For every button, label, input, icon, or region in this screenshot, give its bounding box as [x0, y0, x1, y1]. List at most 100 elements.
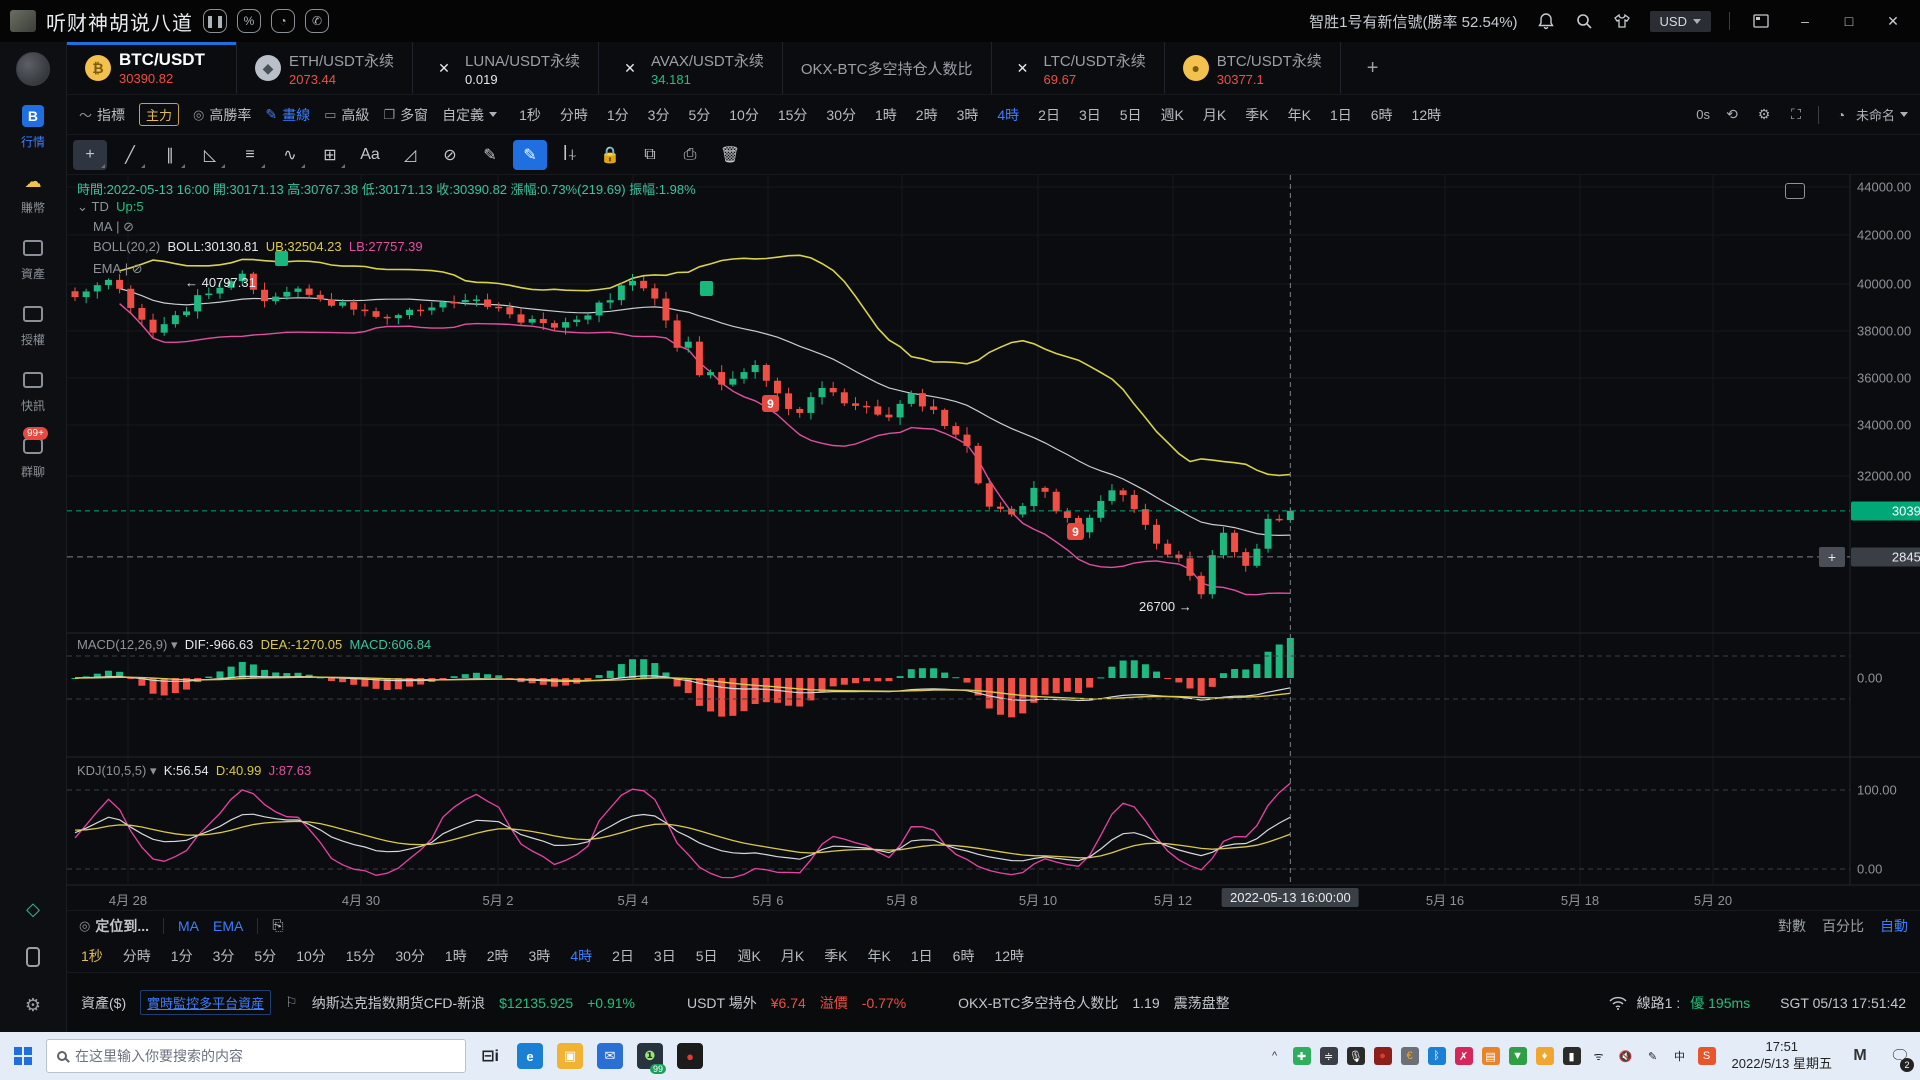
tab-AVAX/USDT永续[interactable]: ✕AVAX/USDT永续34.181 [599, 42, 783, 94]
chart-canvas[interactable] [67, 175, 1920, 910]
timeframe-5分[interactable]: 5分 [686, 105, 712, 125]
timeframe-年K[interactable]: 年K [1286, 105, 1313, 125]
multi-window-button[interactable]: ❐多窗 [383, 105, 428, 125]
delete-tool[interactable]: 🗑 [713, 140, 747, 170]
tray-mic-icon[interactable]: 🎙 [1347, 1047, 1365, 1065]
tray-chevron-icon[interactable]: ^ [1266, 1047, 1284, 1065]
pause-icon[interactable]: ❚❚ [203, 9, 227, 33]
tray-folder-icon[interactable]: ▤ [1482, 1047, 1500, 1065]
mobile-device-icon[interactable] [22, 946, 44, 968]
timeframe-3時[interactable]: 3時 [955, 105, 981, 125]
task-view-icon[interactable]: ⊟i [470, 1032, 510, 1080]
layout-panel-icon[interactable] [1748, 11, 1774, 31]
wave-pattern-tool[interactable]: ∿ [273, 140, 307, 170]
chart-settings-icon[interactable]: ⚙ [1754, 105, 1774, 125]
timeframe-季K[interactable]: 季K [822, 946, 849, 966]
minimize-button[interactable]: – [1792, 11, 1818, 31]
horizontal-lines-tool[interactable]: ≡ [233, 140, 267, 170]
timeframe-季K[interactable]: 季K [1243, 105, 1270, 125]
tab-BTC/USDT[interactable]: ₿BTC/USDT30390.82 [67, 42, 237, 94]
start-button[interactable] [0, 1032, 46, 1080]
timeframe-2日[interactable]: 2日 [1036, 105, 1062, 125]
file-explorer-icon[interactable]: ▣ [550, 1032, 590, 1080]
layout-save-menu[interactable]: ◔未命名 [1831, 105, 1908, 125]
app-99-icon[interactable]: ❶99 [630, 1032, 670, 1080]
currency-select[interactable]: USD [1650, 11, 1711, 32]
timeframe-3日[interactable]: 3日 [1077, 105, 1103, 125]
sidebar-item-授權[interactable]: 授權 [21, 302, 45, 348]
kdj-indicator-legend[interactable]: KDJ(10,5,5) ▾ K:56.54 D:40.99 J:87.63 [77, 763, 311, 779]
timeframe-月K[interactable]: 月K [1201, 105, 1228, 125]
timeframe-1秒[interactable]: 1秒 [79, 946, 105, 966]
crosshair-tool[interactable]: + [73, 140, 107, 170]
timeframe-4時[interactable]: 4時 [568, 946, 594, 966]
timeframe-30分[interactable]: 30分 [824, 105, 858, 125]
timeframe-1分[interactable]: 1分 [605, 105, 631, 125]
timeframe-3分[interactable]: 3分 [211, 946, 237, 966]
tray-idm-icon[interactable]: ▼ [1509, 1047, 1527, 1065]
circle-slash-tool[interactable]: ⊘ [433, 140, 467, 170]
tray-wallet-icon[interactable]: € [1401, 1047, 1419, 1065]
tray-sogou-icon[interactable]: S [1698, 1047, 1716, 1065]
tray-network-icon[interactable]: ᯤ [1590, 1047, 1608, 1065]
timeframe-3分[interactable]: 3分 [646, 105, 672, 125]
settings-gear-icon[interactable]: ⚙ [22, 994, 44, 1016]
timeframe-5日[interactable]: 5日 [1118, 105, 1144, 125]
lock-tool[interactable]: 🔒 [593, 140, 627, 170]
tray-sliders-icon[interactable]: ≑ [1320, 1047, 1338, 1065]
recorder-icon[interactable]: ● [670, 1032, 710, 1080]
brush-tool[interactable]: ✎ [513, 140, 547, 170]
triangle-tool[interactable]: ◺ [193, 140, 227, 170]
advanced-button[interactable]: ▭高級 [324, 105, 369, 125]
box-annotation-tool[interactable]: ⊞ [313, 140, 347, 170]
sidebar-item-資產[interactable]: 資產 [21, 236, 45, 282]
tray-bluetooth-icon[interactable]: ᛒ [1428, 1047, 1446, 1065]
tab-BTC/USDT永续[interactable]: ●BTC/USDT永续30377.1 [1165, 42, 1341, 94]
trend-line-tool[interactable]: ╱ [113, 140, 147, 170]
tray-x-app-icon[interactable]: ✗ [1455, 1047, 1473, 1065]
main-force-button[interactable]: 主力 [139, 103, 179, 126]
sidebar-item-賺幣[interactable]: ☁賺幣 [21, 170, 45, 216]
ema-toggle[interactable]: EMA [213, 918, 243, 934]
phone-icon[interactable]: ✆ [305, 9, 329, 33]
theme-skin-icon[interactable] [1612, 11, 1632, 31]
network-line-label[interactable]: 線路1 : [1637, 993, 1681, 1013]
timeframe-1時[interactable]: 1時 [873, 105, 899, 125]
restore-layout-icon[interactable]: ⟲ [1722, 105, 1742, 125]
price-chart[interactable]: ← 40797.3126700 →99 時間:2022-05-13 16:00 … [67, 175, 1920, 910]
timeframe-5日[interactable]: 5日 [694, 946, 720, 966]
timeframe-10分[interactable]: 10分 [294, 946, 328, 966]
timeframe-30分[interactable]: 30分 [393, 946, 427, 966]
timeframe-分時[interactable]: 分時 [558, 105, 590, 125]
tray-battery-icon[interactable]: ▮ [1563, 1047, 1581, 1065]
timeframe-1日[interactable]: 1日 [1328, 105, 1354, 125]
tray-antivirus-icon[interactable]: ✚ [1293, 1047, 1311, 1065]
timeframe-2時[interactable]: 2時 [485, 946, 511, 966]
timeframe-15分[interactable]: 15分 [776, 105, 810, 125]
timeframe-週K[interactable]: 週K [736, 946, 763, 966]
timeframe-12時[interactable]: 12時 [1410, 105, 1444, 125]
tab-ETH/USDT永续[interactable]: ◆ETH/USDT永续2073.44 [237, 42, 413, 94]
add-tab-button[interactable]: + [1341, 42, 1405, 94]
timeframe-月K[interactable]: 月K [779, 946, 806, 966]
timeframe-15分[interactable]: 15分 [344, 946, 378, 966]
candle-pattern-tool[interactable]: ꟾ⍭ [553, 140, 587, 170]
timeframe-1日[interactable]: 1日 [909, 946, 935, 966]
app-logo[interactable] [16, 52, 50, 86]
timeframe-1秒[interactable]: 1秒 [517, 105, 543, 125]
td-indicator-legend[interactable]: ⌄ TD Up:5 [77, 199, 144, 215]
timeframe-10分[interactable]: 10分 [727, 105, 761, 125]
tab-OKX-BTC多空持仓人数比[interactable]: OKX-BTC多空持仓人数比 [783, 42, 992, 94]
taskbar-search-input[interactable]: 在这里输入你要搜索的内容 [46, 1039, 466, 1073]
scale-option-自動[interactable]: 自動 [1880, 916, 1908, 936]
tray-ime-icon[interactable]: 中 [1671, 1047, 1689, 1065]
percent-shield-icon[interactable]: % [237, 9, 261, 33]
locate-to-button[interactable]: ◎定位到... [79, 916, 149, 936]
eye-off-icon[interactable]: ⊘ [132, 261, 143, 276]
action-center-icon[interactable]: 🗨2 [1880, 1032, 1920, 1080]
timeframe-3時[interactable]: 3時 [527, 946, 553, 966]
gauge-icon[interactable]: ◔ [271, 9, 295, 33]
timeframe-2時[interactable]: 2時 [914, 105, 940, 125]
ma-indicator-legend[interactable]: MA | ⊘ [93, 219, 134, 235]
macd-indicator-legend[interactable]: MACD(12,26,9) ▾ DIF:-966.63 DEA:-1270.05… [77, 637, 431, 653]
